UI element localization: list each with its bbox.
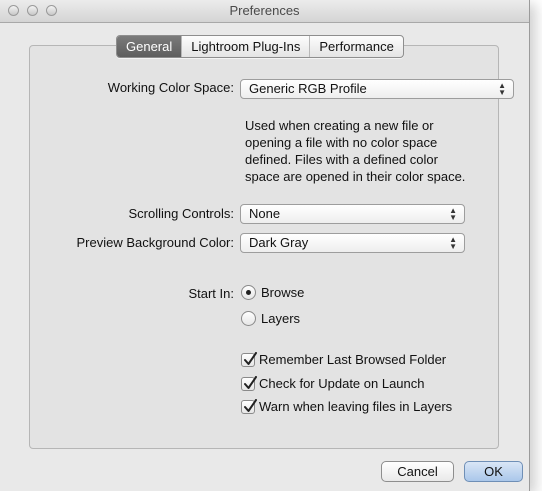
checkmark-icon xyxy=(244,398,257,412)
preview-background-label: Preview Background Color: xyxy=(76,235,234,250)
checkbox[interactable] xyxy=(241,375,257,391)
checkbox[interactable] xyxy=(241,351,257,367)
checkbox-warn-when-leaving-files[interactable]: Warn when leaving files in Layers xyxy=(241,398,453,414)
working-color-space-description: Used when creating a new file or opening… xyxy=(245,118,466,184)
working-color-space-value: Generic RGB Profile xyxy=(249,81,367,96)
radio-button[interactable] xyxy=(241,311,256,326)
checkbox[interactable] xyxy=(241,398,257,414)
checkbox-label: Check for Update on Launch xyxy=(259,376,425,391)
radio-layers[interactable]: Layers xyxy=(241,311,300,326)
checkbox-remember-last-browsed-folder[interactable]: Remember Last Browsed Folder xyxy=(241,351,447,367)
tab-general[interactable]: General xyxy=(117,36,182,57)
preferences-window: Preferences General Lightroom Plug-Ins P… xyxy=(0,0,530,491)
scrolling-controls-label: Scrolling Controls: xyxy=(128,206,235,221)
title-bar: Preferences xyxy=(0,0,529,23)
cancel-button[interactable]: Cancel xyxy=(381,461,454,482)
radio-browse[interactable]: Browse xyxy=(241,285,304,300)
checkbox-check-for-update[interactable]: Check for Update on Launch xyxy=(241,375,425,391)
start-in-label: Start In: xyxy=(188,286,234,301)
checkmark-icon xyxy=(244,375,257,389)
checkmark-icon xyxy=(244,351,257,365)
tab-lightroom-plug-ins[interactable]: Lightroom Plug-Ins xyxy=(181,36,309,57)
working-color-space-label: Working Color Space: xyxy=(107,80,234,95)
scrolling-controls-value: None xyxy=(249,206,281,221)
preview-background-value: Dark Gray xyxy=(249,235,309,250)
tab-bar: General Lightroom Plug-Ins Performance xyxy=(116,35,404,58)
checkbox-label: Warn when leaving files in Layers xyxy=(259,399,453,414)
ok-button[interactable]: OK xyxy=(464,461,523,482)
window-title: Preferences xyxy=(229,3,300,18)
tab-performance[interactable]: Performance xyxy=(309,36,402,57)
radio-button[interactable] xyxy=(241,285,256,300)
updown-arrows-icon: ▲ ▼ xyxy=(449,235,457,251)
scrolling-controls-select[interactable]: None ▲ ▼ xyxy=(240,204,465,224)
preview-background-select[interactable]: Dark Gray ▲ ▼ xyxy=(240,233,465,253)
radio-layers-label: Layers xyxy=(261,311,301,326)
updown-arrows-icon: ▲ ▼ xyxy=(449,206,457,222)
working-color-space-select[interactable]: Generic RGB Profile ▲ ▼ xyxy=(240,79,514,99)
updown-arrows-icon: ▲ ▼ xyxy=(498,81,506,97)
checkbox-label: Remember Last Browsed Folder xyxy=(259,352,447,367)
radio-browse-label: Browse xyxy=(261,285,305,300)
